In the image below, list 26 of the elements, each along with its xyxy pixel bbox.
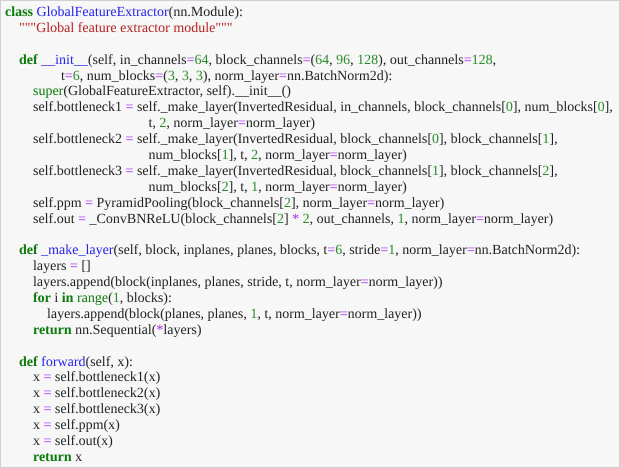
code-line: for i in range(1, blocks): (32, 291, 172, 307)
code-line: layers.append(block(inplanes, planes, stride, t, norm_layer=norm_layer)) (32, 275, 442, 292)
code-line: class GlobalFeatureExtractor(nn.Module): (5, 5, 243, 21)
code-line: x = self.bottleneck3(x) (32, 402, 160, 418)
code-line: def __init__(self, in_channels=64, block_channels=(64, 96, 128), out_channels=128, (18, 52, 496, 69)
code-line: num_blocks[1], t, 2, norm_layer=norm_layer) (148, 148, 407, 164)
code-line: """Global feature extractor module""" (18, 20, 232, 37)
code-line: layers = [] (32, 259, 91, 276)
code-line: self.ppm = PyramidPooling(block_channels[2], norm_layer=norm_layer) (32, 196, 444, 212)
code-line: x = self.out(x) (32, 434, 113, 450)
code-line: def forward(self, x): (18, 354, 133, 370)
code-line: self.bottleneck1 = self._make_layer(InvertedResidual, in_channels, block_channels[0], num_blocks[0], (32, 100, 613, 116)
code-line: super(GlobalFeatureExtractor, self).__init__() (32, 84, 291, 100)
code-line: x = self.ppm(x) (32, 418, 120, 434)
code-line: x = self.bottleneck1(x) (32, 370, 160, 386)
code-line: def _make_layer(self, block, inplanes, planes, blocks, t=6, stride=1, norm_layer=nn.BatchNorm2d): (18, 243, 580, 260)
code-line: x = self.bottleneck2(x) (32, 386, 160, 402)
code-line: self.bottleneck3 = self._make_layer(InvertedResidual, block_channels[1], block_channels[2], (32, 164, 558, 180)
code-line: self.out = _ConvBNReLU(block_channels[2] * 2, out_channels, 1, norm_layer=norm_layer) (32, 212, 554, 228)
code-line: return x (32, 450, 82, 466)
code-line: t=6, num_blocks=(3, 3, 3), norm_layer=nn.BatchNorm2d): (60, 68, 392, 84)
code-line: num_blocks[2], t, 1, norm_layer=norm_layer) (148, 180, 407, 196)
code-line: layers.append(block(planes, planes, 1, t, norm_layer=norm_layer)) (46, 306, 422, 323)
code-line: self.bottleneck2 = self._make_layer(InvertedResidual, block_channels[0], block_channels[1], (32, 132, 558, 148)
code-line: t, 2, norm_layer=norm_layer) (148, 116, 316, 132)
code-line: return nn.Sequential(*layers) (32, 322, 202, 339)
